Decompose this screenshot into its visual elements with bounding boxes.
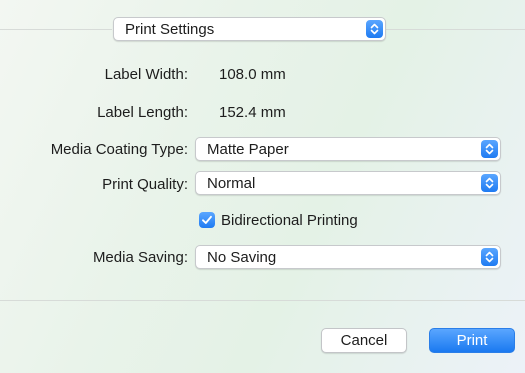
bidirectional-printing-checkbox[interactable] (199, 212, 215, 228)
print-quality-label: Print Quality: (102, 176, 188, 193)
media-saving-popup[interactable]: No Saving (195, 245, 501, 269)
media-saving-label: Media Saving: (92, 249, 188, 266)
section-selector-value: Print Settings (125, 21, 215, 38)
chevron-updown-icon (481, 140, 498, 158)
print-button[interactable]: Print (429, 328, 515, 353)
section-selector-popup[interactable]: Print Settings (113, 17, 386, 41)
checkmark-icon (202, 215, 212, 224)
label-width-label: Label Width: (104, 66, 188, 83)
media-coating-type-value: Matte Paper (207, 141, 289, 158)
top-separator-right (386, 29, 525, 30)
print-quality-popup[interactable]: Normal (195, 171, 501, 195)
label-length-label: Label Length: (97, 104, 188, 121)
cancel-button[interactable]: Cancel (321, 328, 407, 353)
media-saving-value: No Saving (207, 249, 277, 266)
bidirectional-printing-label[interactable]: Bidirectional Printing (221, 212, 358, 229)
label-length-value: 152.4 mm (219, 104, 286, 121)
media-coating-type-popup[interactable]: Matte Paper (195, 137, 501, 161)
chevron-updown-icon (366, 20, 383, 38)
chevron-updown-icon (481, 248, 498, 266)
media-coating-type-label: Media Coating Type: (50, 141, 188, 158)
top-separator-left (0, 29, 112, 30)
chevron-updown-icon (481, 174, 498, 192)
print-quality-value: Normal (207, 175, 256, 192)
label-width-value: 108.0 mm (219, 66, 286, 83)
bottom-separator (0, 300, 525, 301)
